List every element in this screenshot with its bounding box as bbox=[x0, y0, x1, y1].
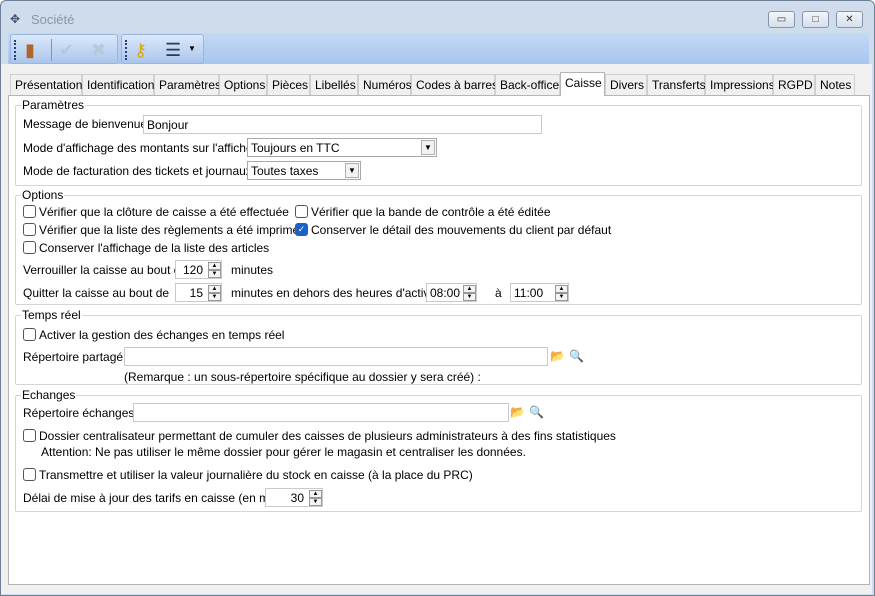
chevron-down-icon[interactable]: ▼ bbox=[188, 44, 196, 53]
tab-notes[interactable]: Notes bbox=[815, 74, 855, 96]
check-bande-label: Vérifier que la bande de contrôle a été … bbox=[311, 205, 551, 219]
hours-from-stepper[interactable]: 08:00 ▲ ▼ bbox=[426, 283, 477, 302]
tab-impressions[interactable]: Impressions bbox=[705, 74, 775, 96]
chevron-down-icon[interactable]: ▼ bbox=[345, 163, 359, 178]
lock-minutes-value: 120 bbox=[182, 263, 203, 277]
tab-presentation[interactable]: Présentation bbox=[10, 74, 82, 96]
check-reglements-checkbox[interactable] bbox=[23, 223, 36, 236]
lock-unit: minutes bbox=[231, 263, 274, 277]
quit-unit: minutes en dehors des heures d'activité bbox=[231, 286, 443, 300]
spin-down-icon[interactable]: ▼ bbox=[463, 293, 476, 301]
hours-to-stepper[interactable]: 11:00 ▲ ▼ bbox=[510, 283, 569, 302]
central-label: Dossier centralisateur permettant de cum… bbox=[39, 429, 616, 443]
shared-dir-input[interactable] bbox=[124, 347, 548, 366]
check-reglements-label: Vérifier que la liste des règlements a é… bbox=[39, 223, 306, 237]
billing-mode-value: Toutes taxes bbox=[251, 164, 319, 178]
tab-libelles[interactable]: Libellés bbox=[310, 74, 358, 96]
group-title: Echanges bbox=[21, 388, 77, 402]
spin-up-icon[interactable]: ▲ bbox=[463, 285, 476, 293]
cancel-icon: ✖ bbox=[91, 40, 107, 60]
spin-up-icon[interactable]: ▲ bbox=[208, 262, 221, 270]
spin-up-icon[interactable]: ▲ bbox=[208, 285, 221, 293]
welcome-message-input[interactable]: Bonjour bbox=[143, 115, 542, 134]
realtime-checkbox[interactable] bbox=[23, 328, 36, 341]
tab-transferts[interactable]: Transferts bbox=[647, 74, 706, 96]
tab-caisse[interactable]: Caisse bbox=[560, 72, 605, 96]
display-mode-select[interactable]: Toujours en TTC ▼ bbox=[247, 138, 437, 157]
welcome-label: Message de bienvenue : bbox=[23, 117, 154, 131]
keep-client-detail-checkbox[interactable]: ✓ bbox=[295, 223, 308, 236]
tab-codes-barres[interactable]: Codes à barres bbox=[411, 74, 498, 96]
search-icon[interactable]: 🔍 bbox=[568, 348, 585, 365]
stock-checkbox[interactable] bbox=[23, 468, 36, 481]
tab-pieces[interactable]: Pièces bbox=[267, 74, 310, 96]
billing-mode-label: Mode de facturation des tickets et journ… bbox=[23, 164, 259, 178]
central-checkbox[interactable] bbox=[23, 429, 36, 442]
toolbar-grip[interactable] bbox=[14, 40, 16, 60]
quit-minutes-stepper[interactable]: 15 ▲ ▼ bbox=[175, 283, 222, 302]
tab-divers[interactable]: Divers bbox=[605, 74, 647, 96]
report-icon[interactable]: ☰ bbox=[165, 39, 181, 61]
toolbar-grip[interactable] bbox=[125, 40, 127, 60]
close-button[interactable]: ✕ bbox=[836, 11, 863, 28]
lock-minutes-stepper[interactable]: 120 ▲ ▼ bbox=[175, 260, 222, 279]
group-title: Temps réel bbox=[21, 308, 82, 322]
spin-down-icon[interactable]: ▼ bbox=[208, 293, 221, 301]
tab-parametres[interactable]: Paramètres bbox=[154, 74, 221, 96]
spin-up-icon[interactable]: ▲ bbox=[309, 490, 322, 498]
lock-label: Verrouiller la caisse au bout de bbox=[23, 263, 188, 277]
app-logo-icon: ✥ bbox=[10, 12, 21, 26]
exchange-dir-label: Répertoire échanges : bbox=[23, 406, 142, 420]
tab-options[interactable]: Options bbox=[219, 74, 267, 96]
keep-articles-checkbox[interactable] bbox=[23, 241, 36, 254]
spin-down-icon[interactable]: ▼ bbox=[309, 498, 322, 506]
central-attention: Attention: Ne pas utiliser le même dossi… bbox=[41, 445, 526, 459]
display-mode-label: Mode d'affichage des montants sur l'affi… bbox=[23, 141, 270, 155]
hours-to-label: à bbox=[495, 286, 502, 300]
hours-to-value: 11:00 bbox=[514, 286, 544, 300]
group-title: Paramètres bbox=[21, 98, 86, 112]
tab-rgpd[interactable]: RGPD bbox=[773, 74, 815, 96]
check-cloture-checkbox[interactable] bbox=[23, 205, 36, 218]
keep-client-detail-label: Conserver le détail des mouvements du cl… bbox=[311, 223, 612, 237]
exchange-dir-input[interactable] bbox=[133, 403, 509, 422]
check-cloture-label: Vérifier que la clôture de caisse a été … bbox=[39, 205, 289, 219]
keep-articles-label: Conserver l'affichage de la liste des ar… bbox=[39, 241, 270, 255]
check-bande-checkbox[interactable] bbox=[295, 205, 308, 218]
shared-dir-label: Répertoire partagé : bbox=[23, 350, 130, 364]
realtime-label: Activer la gestion des échanges en temps… bbox=[39, 328, 285, 342]
tab-identification[interactable]: Identification bbox=[82, 74, 154, 96]
folder-open-icon[interactable]: 📂 bbox=[509, 404, 526, 421]
minimize-button[interactable]: ▭ bbox=[768, 11, 795, 28]
delay-stepper[interactable]: 30 ▲ ▼ bbox=[265, 488, 323, 507]
toolbar: ▮ ✔ ✖ ⚷ ☰ ▼ bbox=[8, 33, 869, 65]
delay-value: 30 bbox=[290, 491, 304, 505]
validate-check-icon: ✔ bbox=[59, 40, 75, 60]
exit-door-icon[interactable]: ▮ bbox=[25, 39, 35, 61]
toolbar-group-tools: ⚷ ☰ ▼ bbox=[121, 34, 204, 64]
quit-label: Quitter la caisse au bout de bbox=[23, 286, 170, 300]
display-mode-value: Toujours en TTC bbox=[251, 141, 340, 155]
search-icon[interactable]: 🔍 bbox=[528, 404, 545, 421]
hours-from-value: 08:00 bbox=[430, 286, 461, 300]
shared-dir-remark: (Remarque : un sous-répertoire spécifiqu… bbox=[124, 370, 481, 384]
toolbar-group-main: ▮ ✔ ✖ bbox=[10, 34, 118, 64]
tab-back-office[interactable]: Back-office bbox=[495, 74, 560, 96]
delay-label: Délai de mise à jour des tarifs en caiss… bbox=[23, 491, 284, 505]
folder-open-icon[interactable]: 📂 bbox=[549, 348, 566, 365]
window-title: Société bbox=[31, 12, 75, 27]
spin-down-icon[interactable]: ▼ bbox=[208, 270, 221, 278]
spin-down-icon[interactable]: ▼ bbox=[555, 293, 568, 301]
toolbar-separator bbox=[51, 39, 52, 61]
key-icon[interactable]: ⚷ bbox=[134, 39, 147, 61]
quit-minutes-value: 15 bbox=[189, 286, 203, 300]
stock-label: Transmettre et utiliser la valeur journa… bbox=[39, 468, 473, 482]
tab-numeros[interactable]: Numéros bbox=[358, 74, 412, 96]
chevron-down-icon[interactable]: ▼ bbox=[421, 140, 435, 155]
billing-mode-select[interactable]: Toutes taxes ▼ bbox=[247, 161, 361, 180]
group-title: Options bbox=[21, 188, 65, 202]
maximize-button[interactable]: □ bbox=[802, 11, 829, 28]
spin-up-icon[interactable]: ▲ bbox=[555, 285, 568, 293]
